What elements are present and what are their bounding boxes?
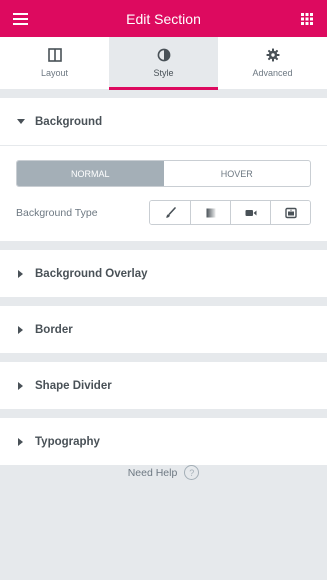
question-circle-icon: ? [184,465,200,480]
background-overlay-section-title: Background Overlay [35,267,148,280]
tab-layout[interactable]: Layout [0,37,109,89]
border-section-title: Border [35,323,73,336]
background-overlay-section-toggle[interactable]: Background Overlay [0,250,327,297]
hover-state-button[interactable]: HOVER [164,161,311,186]
gear-icon [266,48,280,62]
spacer [0,409,327,418]
caret-right-icon [16,381,26,390]
slideshow-background-button[interactable] [270,201,310,224]
background-section-title: Background [35,115,103,128]
tab-layout-label: Layout [40,68,69,78]
shape-divider-section-title: Shape Divider [35,379,112,392]
help-area: Need Help ? [0,465,327,480]
spacer [0,297,327,306]
typography-section-title: Typography [35,435,100,448]
tab-style[interactable]: Style [109,37,218,90]
spacer [0,353,327,362]
slideshow-icon [284,207,297,218]
columns-icon [47,48,62,62]
tab-style-label: Style [153,68,174,78]
background-section: Background NORMAL HOVER Background Type [0,98,327,241]
background-section-toggle[interactable]: Background [0,98,327,145]
normal-state-button[interactable]: NORMAL [17,161,164,186]
state-switch: NORMAL HOVER [16,160,311,187]
hamburger-icon [12,12,28,25]
spacer [0,90,327,98]
caret-down-icon [16,118,26,125]
panel-title: Edit Section [126,10,201,27]
gradient-icon [206,208,215,217]
gradient-background-button[interactable] [190,201,230,224]
panel-header: Edit Section [0,0,327,37]
background-type-row: Background Type [16,200,311,225]
background-type-label: Background Type [16,206,98,219]
grid-icon [301,12,313,25]
editor-tabs: Layout Style Advanced [0,37,327,90]
hamburger-menu-button[interactable] [10,9,30,29]
brush-icon [166,206,176,218]
video-icon [245,209,256,216]
contrast-icon [157,48,171,62]
classic-background-button[interactable] [150,201,190,224]
caret-right-icon [16,437,26,446]
spacer [0,241,327,250]
caret-right-icon [16,269,26,278]
tab-advanced-label: Advanced [252,68,293,78]
shape-divider-section-toggle[interactable]: Shape Divider [0,362,327,409]
background-type-choices [149,200,311,225]
background-section-body: NORMAL HOVER Background Type [0,145,327,241]
tab-advanced[interactable]: Advanced [218,37,327,89]
caret-right-icon [16,325,26,334]
typography-section-toggle[interactable]: Typography [0,418,327,465]
need-help-link[interactable]: Need Help ? [128,465,200,480]
video-background-button[interactable] [230,201,270,224]
need-help-label: Need Help [127,466,178,479]
border-section-toggle[interactable]: Border [0,306,327,353]
widgets-grid-button[interactable] [297,9,317,29]
